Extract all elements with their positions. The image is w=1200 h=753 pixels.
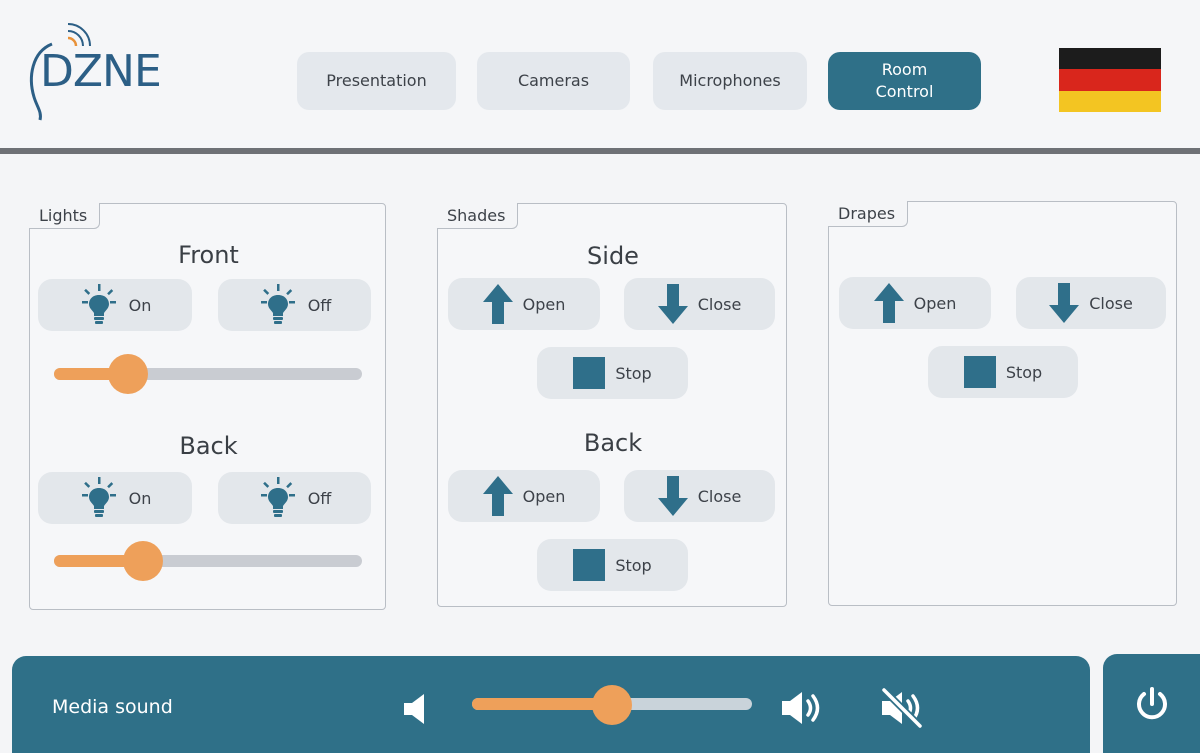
- front-lights-on-label: On: [128, 295, 152, 315]
- volume-down-icon[interactable]: [404, 694, 432, 724]
- lights-tab-label: Lights: [29, 203, 101, 229]
- lights-panel: Lights Front On Off Back On Off: [29, 203, 386, 610]
- lights-front-title: Front: [178, 241, 239, 269]
- arrow-down-icon: [657, 476, 688, 516]
- nav-microphones[interactable]: Microphones: [653, 52, 807, 110]
- stop-square-icon: [573, 549, 606, 581]
- media-sound-label: Media sound: [52, 696, 173, 718]
- power-icon: [1136, 686, 1167, 719]
- lightbulb-icon: [260, 477, 295, 517]
- volume-up-icon[interactable]: [782, 690, 828, 726]
- shades-back-title: Back: [583, 429, 643, 457]
- arrow-up-icon: [482, 284, 513, 324]
- back-lights-on-button[interactable]: On: [38, 472, 192, 524]
- nav-presentation[interactable]: Presentation: [297, 52, 456, 110]
- lights-back-title: Back: [179, 432, 238, 460]
- nav-room-control[interactable]: Room Control: [828, 52, 981, 110]
- drapes-stop-button[interactable]: Stop: [928, 346, 1078, 398]
- header-divider: [0, 148, 1200, 154]
- stop-square-icon: [573, 357, 606, 389]
- flag-stripe-red: [1059, 69, 1161, 91]
- back-lights-off-label: Off: [307, 488, 332, 508]
- arrow-down-icon: [1049, 283, 1080, 323]
- drapes-open-button[interactable]: Open: [839, 277, 991, 329]
- stop-square-icon: [963, 356, 996, 388]
- lightbulb-icon: [260, 284, 295, 324]
- back-shades-open-label: Open: [522, 486, 566, 506]
- front-lights-off-label: Off: [307, 295, 332, 315]
- shades-side-title: Side: [587, 242, 639, 270]
- side-shades-close-button[interactable]: Close: [624, 278, 775, 330]
- side-shades-stop-button[interactable]: Stop: [537, 347, 688, 399]
- media-volume-slider[interactable]: [472, 685, 752, 725]
- back-shades-close-label: Close: [697, 486, 742, 506]
- mute-icon[interactable]: [880, 688, 926, 728]
- back-lights-off-button[interactable]: Off: [218, 472, 371, 524]
- shades-tab-label: Shades: [437, 203, 519, 229]
- front-lights-dimmer-slider[interactable]: [54, 354, 362, 394]
- drapes-tab-label: Drapes: [828, 201, 909, 227]
- front-lights-on-button[interactable]: On: [38, 279, 192, 331]
- lightbulb-icon: [81, 477, 116, 517]
- german-flag-language-button[interactable]: [1059, 48, 1161, 112]
- drapes-stop-label: Stop: [1005, 362, 1043, 382]
- arrow-up-icon: [873, 283, 904, 323]
- side-shades-stop-label: Stop: [615, 363, 652, 383]
- side-shades-open-label: Open: [522, 294, 566, 314]
- logo-text: DZNE: [40, 46, 162, 97]
- arrow-down-icon: [657, 284, 688, 324]
- drapes-close-button[interactable]: Close: [1016, 277, 1166, 329]
- back-shades-open-button[interactable]: Open: [448, 470, 600, 522]
- slider-handle[interactable]: [592, 685, 632, 725]
- drapes-open-label: Open: [913, 293, 957, 313]
- drapes-close-label: Close: [1089, 293, 1133, 313]
- lightbulb-icon: [81, 284, 116, 324]
- back-shades-stop-button[interactable]: Stop: [537, 539, 688, 591]
- flag-stripe-black: [1059, 48, 1161, 70]
- header: DZNE Presentation Cameras Microphones Ro…: [0, 0, 1200, 148]
- power-button[interactable]: [1103, 654, 1200, 753]
- slider-handle[interactable]: [107, 354, 148, 394]
- back-shades-close-button[interactable]: Close: [624, 470, 775, 522]
- side-shades-open-button[interactable]: Open: [448, 278, 600, 330]
- drapes-panel: Drapes Open Close Stop: [828, 201, 1177, 606]
- slider-fill: [472, 698, 612, 710]
- shades-panel: Shades Side Open Close Stop Back Open Cl…: [437, 203, 787, 607]
- back-lights-on-label: On: [128, 488, 152, 508]
- front-lights-off-button[interactable]: Off: [218, 279, 371, 331]
- back-lights-dimmer-slider[interactable]: [54, 541, 362, 581]
- arrow-up-icon: [482, 476, 513, 516]
- side-shades-close-label: Close: [697, 294, 742, 314]
- slider-handle[interactable]: [123, 541, 164, 581]
- nav-cameras[interactable]: Cameras: [477, 52, 630, 110]
- back-shades-stop-label: Stop: [615, 555, 652, 575]
- flag-stripe-gold: [1059, 90, 1161, 112]
